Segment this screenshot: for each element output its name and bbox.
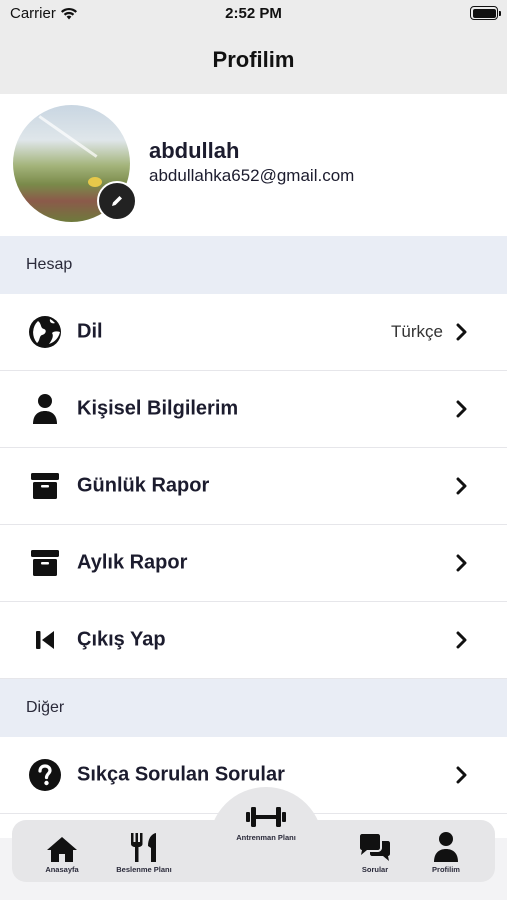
tab-label-home: Anasayfa (45, 865, 79, 874)
chevron-right-icon (455, 477, 469, 495)
tab-home[interactable]: Anasayfa (22, 829, 102, 874)
menu-label-monthly-report: Aylık Rapor (77, 551, 188, 574)
menu-item-personal-info[interactable]: Kişisel Bilgilerim (0, 371, 507, 448)
tab-label-nutrition-plan: Beslenme Planı (116, 865, 172, 874)
home-icon (22, 829, 102, 863)
section-label-other: Diğer (26, 699, 65, 716)
pencil-icon (112, 196, 122, 206)
menu-label-personal-info: Kişisel Bilgilerim (77, 397, 239, 420)
tab-nutrition-plan[interactable]: Beslenme Planı (104, 829, 184, 874)
menu-label-language: Dil (77, 320, 103, 343)
tab-training-plan[interactable]: Antrenman Planı (226, 797, 306, 842)
menu-label-faq: Sıkça Sorulan Sorular (77, 763, 285, 786)
user-icon (27, 391, 63, 427)
language-value: Türkçe (391, 322, 443, 341)
chevron-right-icon (455, 400, 469, 418)
profile-email: abdullahka652@gmail.com (149, 166, 355, 185)
question-circle-icon (27, 757, 63, 793)
chat-bubbles-icon (335, 829, 415, 863)
edit-avatar-button[interactable] (97, 181, 137, 221)
tab-label-profile: Profilim (432, 865, 460, 874)
menu-item-language[interactable]: Dil Türkçe (0, 294, 507, 371)
menu-item-daily-report[interactable]: Günlük Rapor (0, 448, 507, 525)
tab-questions[interactable]: Sorular (335, 829, 415, 874)
chevron-right-icon (455, 323, 469, 341)
nav-header: Profilim (0, 26, 507, 94)
chevron-right-icon (455, 631, 469, 649)
profile-card: abdullah abdullahka652@gmail.com (0, 94, 507, 236)
user-icon (406, 829, 486, 863)
section-header-account: Hesap (0, 236, 507, 294)
archive-icon (27, 545, 63, 581)
profile-name: abdullah (149, 138, 240, 163)
status-bar: Carrier 2:52 PM (0, 0, 507, 26)
tab-profile[interactable]: Profilim (406, 829, 486, 874)
menu-label-daily-report: Günlük Rapor (77, 474, 210, 497)
page-title: Profilim (212, 47, 295, 72)
menu-item-logout[interactable]: Çıkış Yap (0, 602, 507, 679)
status-time: 2:52 PM (225, 5, 282, 22)
menu-item-monthly-report[interactable]: Aylık Rapor (0, 525, 507, 602)
step-backward-icon (27, 622, 63, 658)
dumbbell-icon (226, 797, 306, 831)
utensils-icon (104, 829, 184, 863)
chevron-right-icon (455, 554, 469, 572)
tab-label-questions: Sorular (361, 865, 389, 874)
archive-icon (27, 468, 63, 504)
menu-label-logout: Çıkış Yap (77, 628, 166, 651)
section-label-account: Hesap (26, 256, 73, 273)
tab-label-training-plan: Antrenman Planı (236, 833, 296, 842)
battery-icon (470, 6, 501, 20)
globe-icon (27, 314, 63, 350)
chevron-right-icon (455, 766, 469, 784)
section-header-other: Diğer (0, 679, 507, 737)
